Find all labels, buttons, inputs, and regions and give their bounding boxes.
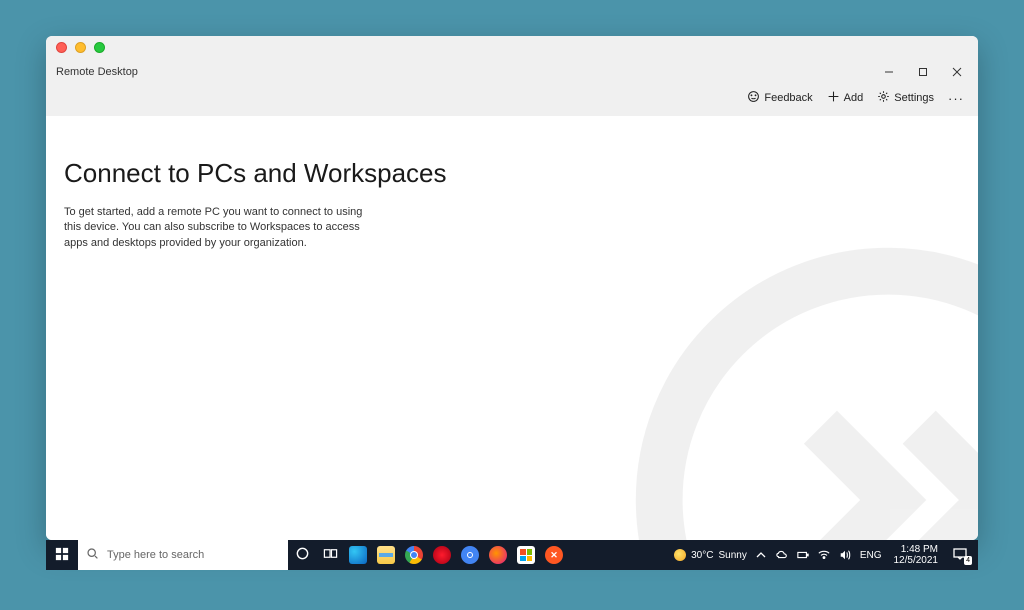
remote-desktop-watermark-icon — [628, 240, 978, 540]
close-button[interactable] — [950, 65, 964, 79]
store-icon — [517, 546, 535, 564]
windows-logo-icon — [55, 547, 69, 564]
app-window: Remote Desktop Feedback — [46, 36, 978, 540]
mac-titlebar — [46, 36, 978, 58]
blue-circle-icon — [461, 546, 479, 564]
gear-icon — [877, 90, 890, 106]
edge-icon — [349, 546, 367, 564]
tray-chevron-up[interactable] — [755, 549, 768, 562]
app-blue-circle[interactable] — [456, 540, 484, 570]
weather-widget[interactable]: 30°C Sunny — [674, 549, 747, 561]
edge-app[interactable] — [344, 540, 372, 570]
minimize-button[interactable] — [882, 65, 896, 79]
chrome-app[interactable] — [400, 540, 428, 570]
search-placeholder: Type here to search — [107, 549, 204, 561]
close-traffic-light-icon[interactable] — [56, 42, 67, 53]
wifi-tray-icon[interactable] — [818, 549, 831, 562]
settings-button[interactable]: Settings — [877, 90, 934, 106]
taskbar-search[interactable]: Type here to search — [78, 540, 288, 570]
search-icon — [86, 547, 107, 563]
chrome-icon — [405, 546, 423, 564]
app-title: Remote Desktop — [56, 66, 138, 78]
weather-label: Sunny — [718, 550, 746, 561]
traffic-lights — [56, 42, 105, 53]
action-center-button[interactable]: 4 — [950, 547, 970, 563]
opera-icon — [433, 546, 451, 564]
orange-x-icon: ✕ — [545, 546, 563, 564]
clock-time: 1:48 PM — [894, 544, 939, 555]
clock-date: 12/5/2021 — [894, 555, 939, 566]
taskbar-pinned-apps: ✕ — [288, 540, 568, 570]
zoom-traffic-light-icon[interactable] — [94, 42, 105, 53]
window-chrome: Remote Desktop Feedback — [46, 58, 978, 116]
opera-app[interactable] — [428, 540, 456, 570]
win-controls — [882, 65, 968, 79]
page-body-text: To get started, add a remote PC you want… — [64, 205, 364, 251]
maximize-button[interactable] — [916, 65, 930, 79]
firefox-app[interactable] — [484, 540, 512, 570]
app-orange-circle[interactable]: ✕ — [540, 540, 568, 570]
notification-badge: 4 — [964, 556, 972, 565]
add-button[interactable]: Add — [827, 90, 864, 106]
taskbar: Type here to search ✕ 30°C Sunny — [46, 540, 978, 570]
content-inner: Connect to PCs and Workspaces To get sta… — [64, 158, 958, 251]
plus-icon — [827, 90, 840, 106]
language-indicator[interactable]: ENG — [860, 550, 882, 561]
start-button[interactable] — [46, 540, 78, 570]
file-explorer-app[interactable] — [372, 540, 400, 570]
task-view-icon — [323, 546, 338, 564]
onedrive-tray-icon[interactable] — [776, 549, 789, 562]
volume-tray-icon[interactable] — [839, 549, 852, 562]
page-heading: Connect to PCs and Workspaces — [64, 158, 958, 189]
firefox-icon — [489, 546, 507, 564]
more-button[interactable]: ··· — [948, 91, 964, 106]
content-area: Connect to PCs and Workspaces To get sta… — [46, 116, 978, 540]
clock[interactable]: 1:48 PM 12/5/2021 — [890, 544, 943, 566]
battery-tray-icon[interactable] — [797, 549, 810, 562]
microsoft-store-app[interactable] — [512, 540, 540, 570]
feedback-button[interactable]: Feedback — [747, 90, 812, 106]
taskbar-spacer — [568, 540, 666, 570]
add-label: Add — [844, 92, 864, 104]
task-view-button[interactable] — [316, 540, 344, 570]
minimize-traffic-light-icon[interactable] — [75, 42, 86, 53]
feedback-icon — [747, 90, 760, 106]
sun-icon — [674, 549, 686, 561]
system-tray: 30°C Sunny ENG 1:48 PM 12/5/2021 4 — [666, 540, 978, 570]
more-dots-icon: ··· — [948, 91, 964, 106]
settings-label: Settings — [894, 92, 934, 104]
folder-icon — [377, 546, 395, 564]
feedback-label: Feedback — [764, 92, 812, 104]
weather-temp: 30°C — [691, 550, 713, 561]
cortana-button[interactable] — [288, 540, 316, 570]
cortana-icon — [295, 546, 310, 564]
toolbar: Feedback Add Settings ··· — [46, 82, 978, 110]
